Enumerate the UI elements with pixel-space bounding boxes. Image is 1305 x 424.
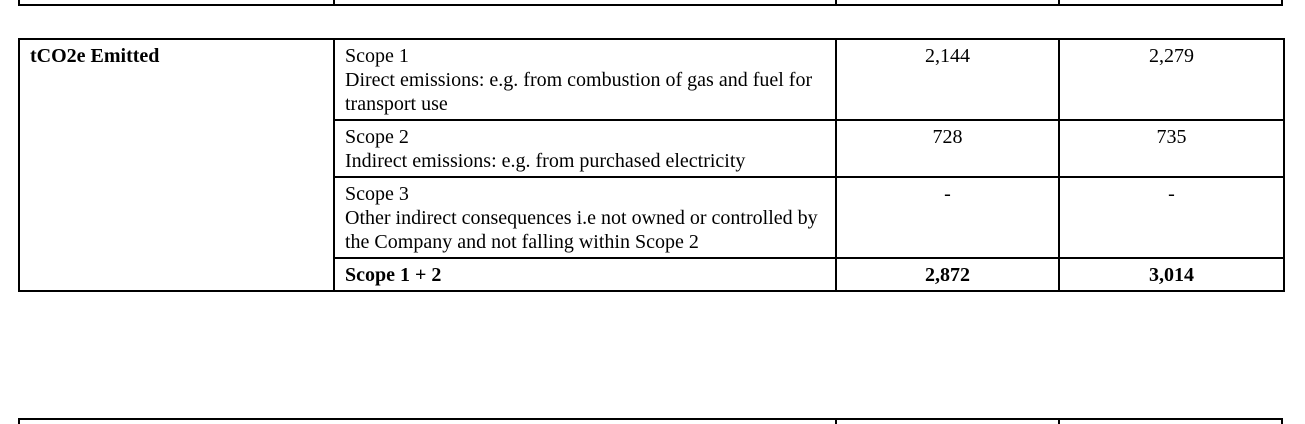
scope-cell: Scope 2 Indirect emissions: e.g. from pu… [333, 119, 837, 178]
column-divider [835, 420, 837, 424]
column-divider [333, 0, 335, 6]
column-divider [1058, 420, 1060, 424]
total-value-year-2: 3,014 [1058, 257, 1285, 292]
emissions-table: tCO2e Emitted Scope 1 Direct emissions: … [18, 38, 1285, 292]
value-cell-year-2: - [1058, 176, 1285, 259]
value-cell-year-1: - [835, 176, 1060, 259]
column-divider [1058, 0, 1060, 6]
total-label: Scope 1 + 2 [333, 257, 837, 292]
scope-description: Direct emissions: e.g. from combustion o… [345, 69, 813, 115]
previous-table-bottom-border [18, 0, 1283, 6]
value-cell-year-1: 2,144 [835, 38, 1060, 121]
scope-cell: Scope 3 Other indirect consequences i.e … [333, 176, 837, 259]
total-value-year-1: 2,872 [835, 257, 1060, 292]
scope-description: Other indirect consequences i.e not owne… [345, 207, 818, 253]
next-table-top-border [18, 418, 1283, 424]
scope-title: Scope 1 [345, 45, 409, 67]
scope-title: Scope 3 [345, 183, 409, 205]
scope-description: Indirect emissions: e.g. from purchased … [345, 150, 746, 172]
value-cell-year-2: 2,279 [1058, 38, 1285, 121]
value-cell-year-1: 728 [835, 119, 1060, 178]
column-divider [835, 0, 837, 6]
scope-cell: Scope 1 Direct emissions: e.g. from comb… [333, 38, 837, 121]
category-label: tCO2e Emitted [18, 38, 335, 292]
scope-title: Scope 2 [345, 126, 409, 148]
value-cell-year-2: 735 [1058, 119, 1285, 178]
table-row-scope-1: tCO2e Emitted Scope 1 Direct emissions: … [18, 38, 1285, 292]
